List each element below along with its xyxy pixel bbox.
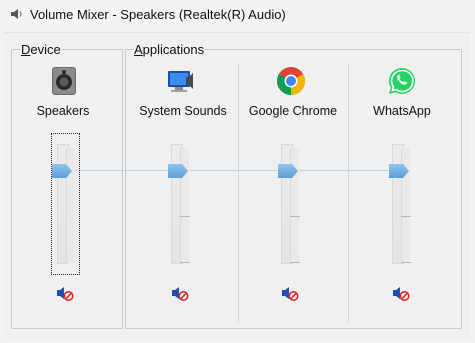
channel-label-google-chrome: Google Chrome bbox=[248, 104, 338, 118]
speaker-icon bbox=[11, 9, 22, 19]
channel-label-speakers: Speakers bbox=[36, 104, 90, 118]
device-group-label: Device bbox=[20, 42, 62, 57]
chrome-icon[interactable] bbox=[275, 65, 307, 97]
window-title: Volume Mixer - Speakers (Realtek(R) Audi… bbox=[30, 7, 286, 22]
mute-google-chrome-icon[interactable] bbox=[281, 284, 299, 302]
mute-system-sounds-icon[interactable] bbox=[171, 284, 189, 302]
slider-tick bbox=[401, 262, 411, 263]
applications-mnemonic: A bbox=[134, 42, 143, 57]
column-separator bbox=[348, 63, 349, 323]
mute-whatsapp-icon[interactable] bbox=[392, 284, 410, 302]
channel-label-system-sounds: System Sounds bbox=[139, 104, 227, 118]
slider-tick bbox=[180, 216, 190, 217]
applications-group-label: Applications bbox=[133, 42, 206, 57]
whatsapp-icon[interactable] bbox=[386, 65, 418, 97]
device-label-rest: evice bbox=[30, 42, 61, 57]
slider-tick bbox=[180, 262, 190, 263]
slider-tick bbox=[290, 216, 300, 217]
speaker-device-icon[interactable] bbox=[48, 65, 80, 97]
applications-label-rest: pplications bbox=[142, 42, 205, 57]
device-mnemonic: D bbox=[21, 42, 31, 57]
slider-tick bbox=[290, 262, 300, 263]
volume-slider-speakers[interactable] bbox=[66, 148, 75, 263]
column-separator bbox=[238, 63, 239, 323]
volume-level-line bbox=[66, 170, 406, 171]
mute-speakers-icon[interactable] bbox=[56, 284, 74, 302]
title-bar: Volume Mixer - Speakers (Realtek(R) Audi… bbox=[0, 0, 475, 30]
channel-label-whatsapp: WhatsApp bbox=[373, 104, 431, 118]
system-sounds-icon[interactable] bbox=[166, 65, 198, 97]
slider-tick bbox=[401, 216, 411, 217]
